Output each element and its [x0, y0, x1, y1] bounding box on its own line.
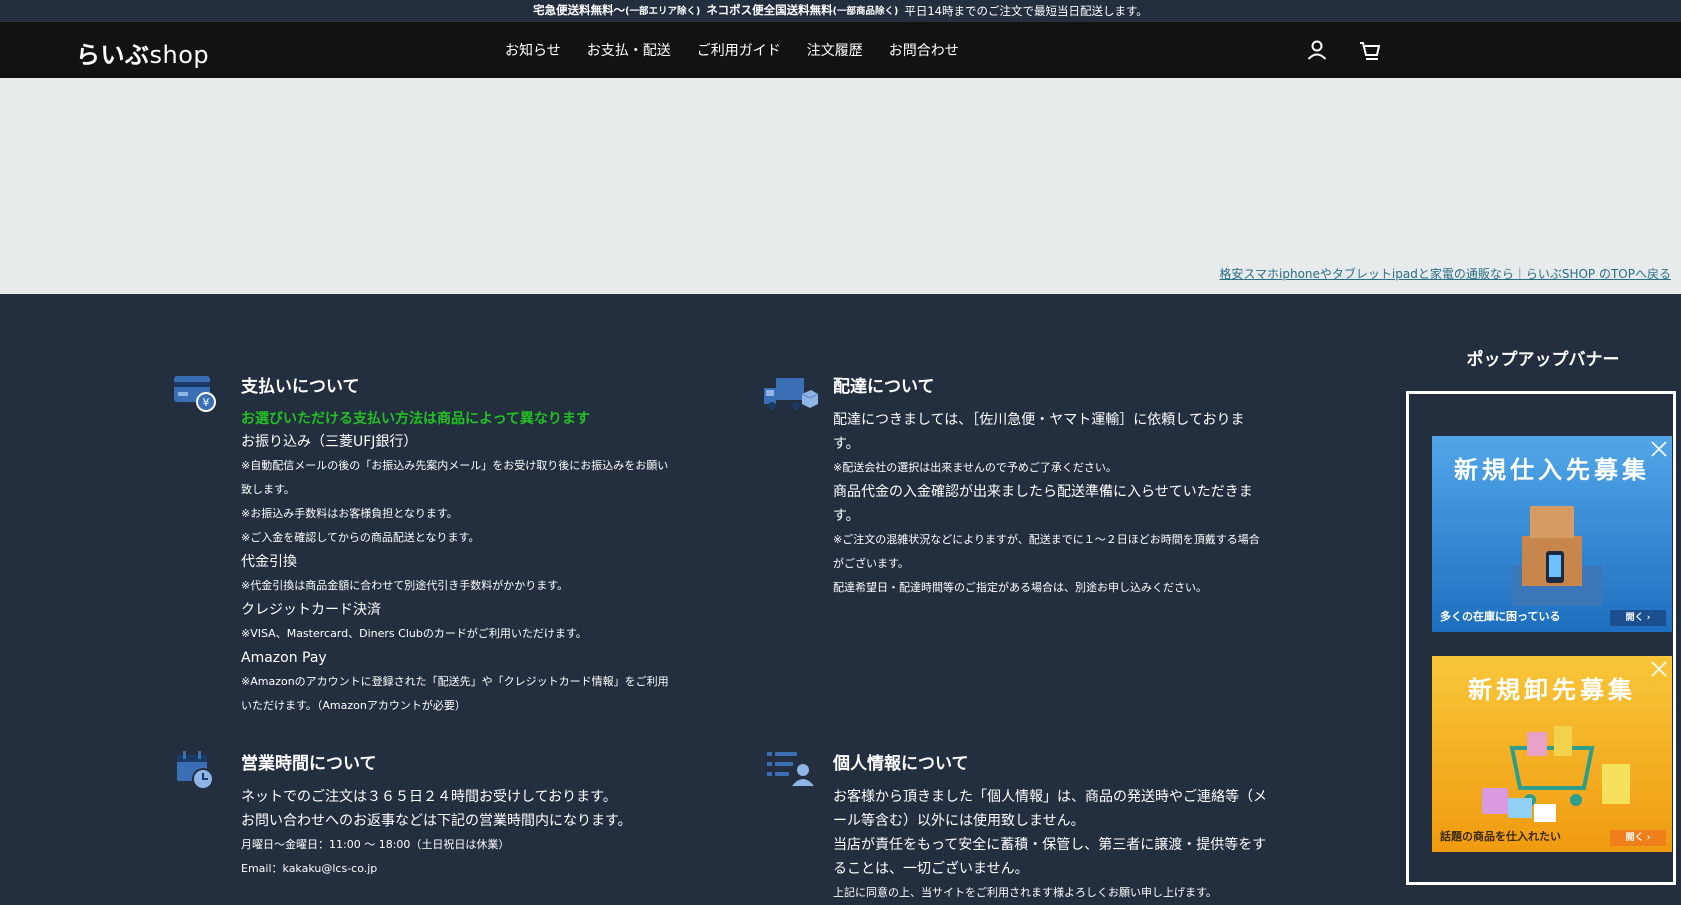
- privacy-title: 個人情報について: [833, 754, 969, 774]
- bank-note-1b: 致します。: [241, 483, 295, 496]
- banner-new-supplier-title: 新規仕入先募集: [1454, 456, 1650, 484]
- delivery-line-2b: す。: [833, 508, 860, 524]
- nav-item-order-history[interactable]: 注文履歴: [807, 40, 863, 60]
- main-navigation: らいぶshop お知らせ お支払・配送 ご利用ガイド 注文履歴 お問合わせ: [0, 22, 1681, 78]
- delivery-title: 配達について: [833, 377, 935, 397]
- nav-item-contact[interactable]: お問合わせ: [889, 40, 959, 60]
- nav-menu: お知らせ お支払・配送 ご利用ガイド 注文履歴 お問合わせ: [505, 22, 959, 78]
- contact-email[interactable]: Email：kakaku@lcs-co.jp: [241, 857, 721, 881]
- privacy-line-2a: 当店が責任をもって安全に蓄積・保管し、第三者に譲渡・提供等をす: [833, 837, 1267, 853]
- amazon-note-b: いただけます。（Amazonアカウントが必要）: [241, 699, 466, 712]
- delivery-section: 配達について 配達につきましては、［佐川急便・ヤマト運輸］に依頼しておりま す。…: [833, 376, 1313, 600]
- delivery-line-1b: す。: [833, 436, 860, 452]
- banner-new-wholesaler-title: 新規卸先募集: [1468, 676, 1636, 704]
- privacy-section: 個人情報について お客様から頂きました「個人情報」は、商品の発送時やご連絡等（メ…: [833, 753, 1313, 905]
- bank-note-1a: ※自動配信メールの後の「お振込み先案内メール」をお受け取り後にお振込みをお願い: [241, 459, 669, 472]
- close-icon[interactable]: [1650, 440, 1668, 458]
- announcement-same-day: 平日14時までのご注文で最短当日配送します。: [904, 4, 1148, 18]
- credit-card-yen-icon: ¥: [174, 374, 218, 418]
- amazon-pay-title: Amazon Pay: [241, 650, 327, 666]
- hours-line-2: お問い合わせへのお返事などは下記の営業時間内になります。: [241, 813, 632, 829]
- hours-line-3: 月曜日〜金曜日：11:00 〜 18:00（土日祝日は休業）: [241, 838, 510, 851]
- site-logo[interactable]: らいぶshop: [76, 35, 209, 70]
- payment-highlight: お選びいただける支払い方法は商品によって異なります: [241, 411, 590, 427]
- back-to-top-link[interactable]: 格安スマホiphoneやタブレットipadと家電の通販なら｜らいぶSHOP のT…: [1219, 265, 1671, 282]
- bank-transfer-title: お振り込み（三菱UFJ銀行）: [241, 434, 418, 450]
- calendar-clock-icon: [177, 751, 217, 795]
- user-icon[interactable]: [1305, 38, 1329, 62]
- privacy-line-3: 上記に同意の上、当サイトをご利用されます様よろしくお願い申し上げます。: [833, 886, 1217, 899]
- hours-title: 営業時間について: [241, 754, 377, 774]
- hero-area: 格安スマホiphoneやタブレットipadと家電の通販なら｜らいぶSHOP のT…: [0, 78, 1681, 294]
- nav-item-news[interactable]: お知らせ: [505, 40, 561, 60]
- privacy-line-2b: ることは、一切ございません。: [833, 861, 1029, 877]
- cod-title: 代金引換: [241, 554, 297, 570]
- privacy-line-1a: お客様から頂きました「個人情報」は、商品の発送時やご連絡等（メ: [833, 789, 1267, 805]
- payment-section: 支払いについて お選びいただける支払い方法は商品によって異なります お振り込み（…: [241, 376, 721, 718]
- card-title: クレジットカード決済: [241, 602, 381, 618]
- user-list-icon: [767, 750, 815, 792]
- banner-new-supplier-caption: 多くの在庫に困っている: [1440, 610, 1561, 623]
- card-note: ※VISA、Mastercard、Diners Clubのカードがご利用いただけ…: [241, 627, 587, 640]
- announcement-bar: 宅急便送料無料〜(一部エリア除く) ネコポス便全国送料無料(一部商品除く) 平日…: [0, 0, 1681, 22]
- announcement-free-shipping: 宅急便送料無料〜(一部エリア除く): [533, 3, 701, 17]
- popup-banner-title: ポップアップバナー: [1466, 350, 1620, 370]
- hours-section: 営業時間について ネットでのご注文は３６５日２４時間お受けしております。 お問い…: [241, 753, 721, 881]
- close-icon[interactable]: [1650, 660, 1668, 678]
- hours-line-1: ネットでのご注文は３６５日２４時間お受けしております。: [241, 789, 617, 805]
- banner-new-supplier[interactable]: 新規仕入先募集 多くの在庫に困っている 開く ›: [1432, 436, 1672, 632]
- banner-new-wholesaler-caption: 話題の商品を仕入れたい: [1440, 830, 1561, 843]
- truck-icon: [764, 376, 819, 418]
- delivery-note-2b: がございます。: [833, 557, 909, 570]
- bank-note-2: ※お振込み手数料はお客様負担となります。: [241, 507, 458, 520]
- shopping-cart-illustration: [1482, 726, 1630, 822]
- announcement-nekopos: ネコポス便全国送料無料(一部商品除く): [706, 3, 899, 17]
- delivery-note-3: 配達希望日・配達時間等のご指定がある場合は、別途お申し込みください。: [833, 581, 1207, 594]
- delivery-line-2a: 商品代金の入金確認が出来ましたら配送準備に入らせていただきま: [833, 484, 1253, 500]
- boxes-illustration: [1512, 506, 1602, 606]
- delivery-line-1a: 配達につきましては、［佐川急便・ヤマト運輸］に依頼しておりま: [833, 412, 1245, 428]
- banner-new-supplier-open-button[interactable]: 開く ›: [1610, 610, 1666, 626]
- svg-text:¥: ¥: [203, 396, 210, 409]
- bank-note-3: ※ご入金を確認してからの商品配送となります。: [241, 531, 480, 544]
- banner-new-wholesaler-open-button[interactable]: 開く ›: [1610, 830, 1666, 846]
- delivery-note-2a: ※ご注文の混雑状況などによりますが、配送までに１〜２日ほどお時間を頂戴する場合: [833, 533, 1260, 546]
- amazon-note-a: ※Amazonのアカウントに登録された「配送先」や「クレジットカード情報」をご利…: [241, 675, 669, 688]
- banner-new-wholesaler[interactable]: 新規卸先募集 話題の商品を仕入れたい 開く ›: [1432, 656, 1672, 852]
- nav-item-payment-shipping[interactable]: お支払・配送: [587, 40, 671, 60]
- nav-item-guide[interactable]: ご利用ガイド: [697, 40, 781, 60]
- privacy-line-1b: ール等含む）以外には使用致しません。: [833, 813, 1085, 829]
- cart-icon[interactable]: [1358, 38, 1382, 62]
- delivery-note-1: ※配送会社の選択は出来ませんので予めご了承ください。: [833, 461, 1117, 474]
- payment-title: 支払いについて: [241, 377, 360, 397]
- cod-note: ※代金引換は商品金額に合わせて別途代引き手数料がかかります。: [241, 579, 569, 592]
